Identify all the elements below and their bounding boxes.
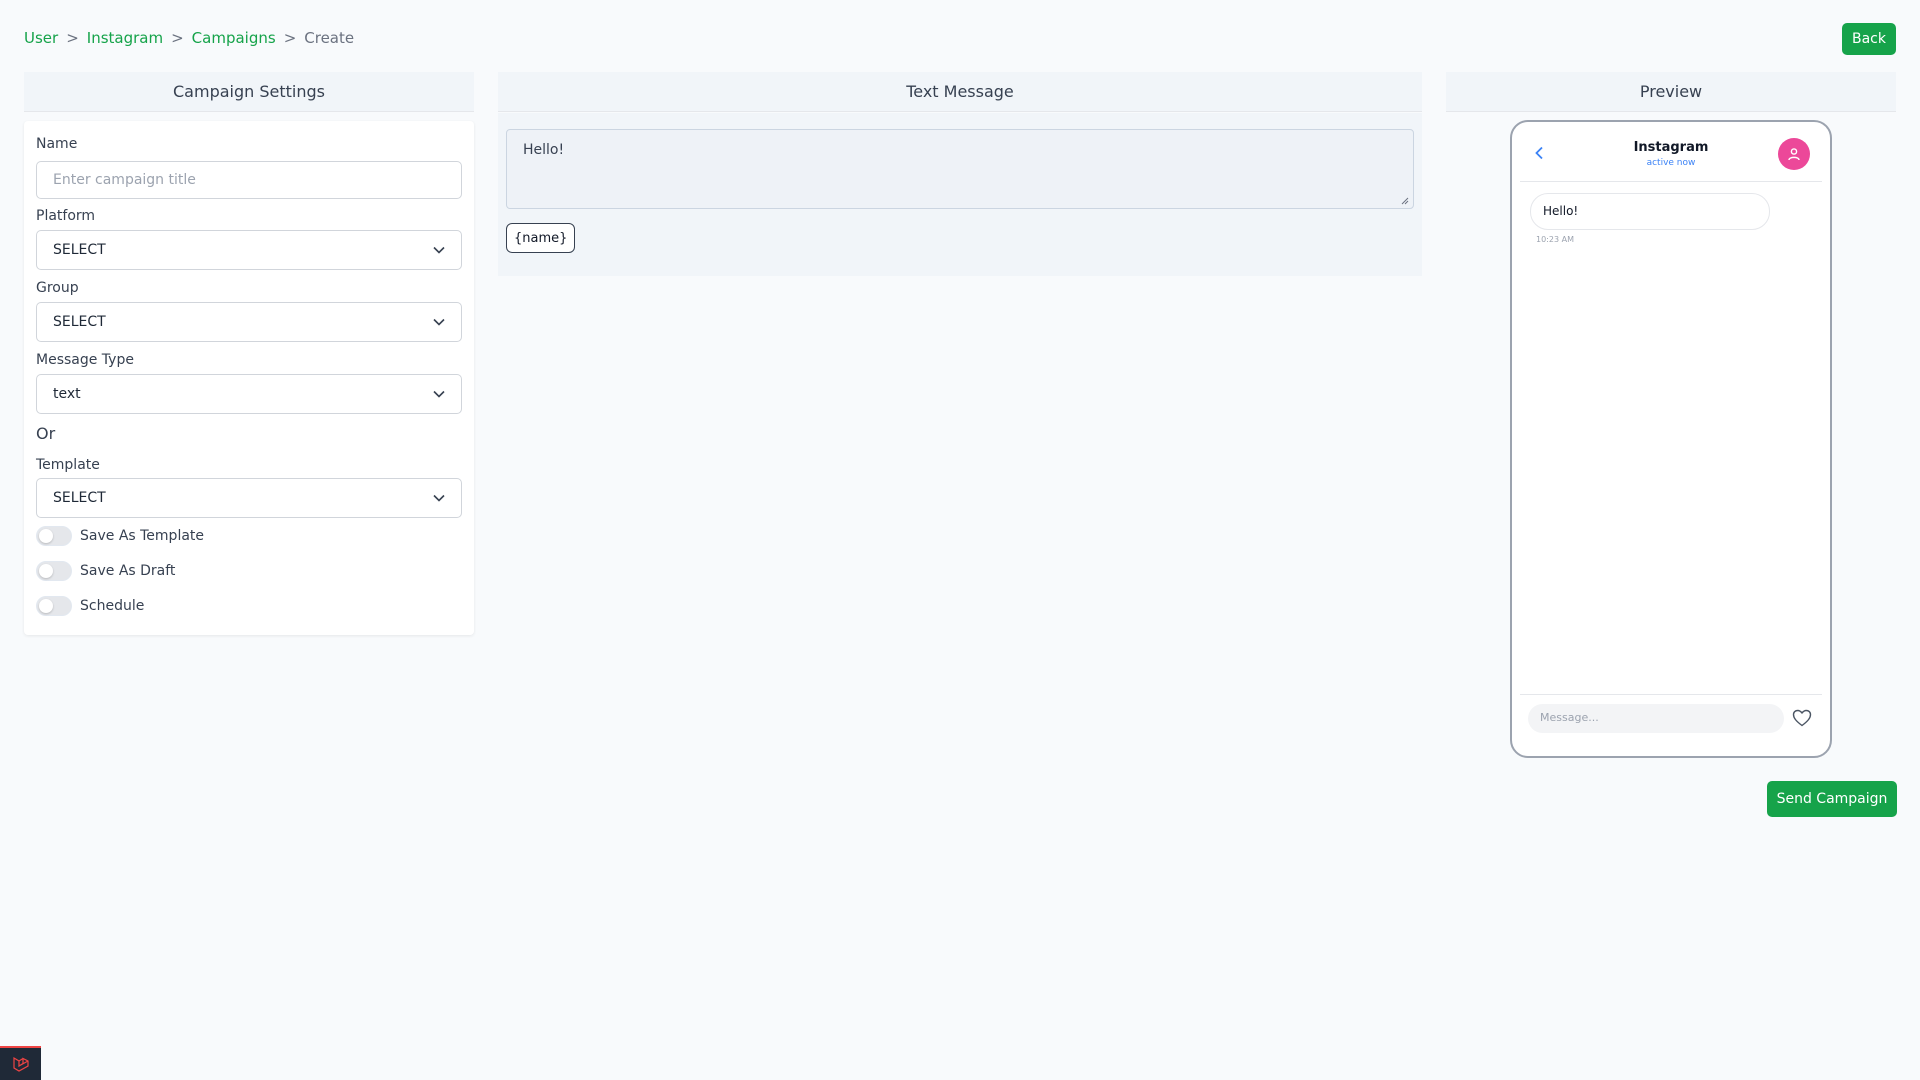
bubble-text: Hello! xyxy=(1543,204,1579,218)
group-select[interactable]: SELECT xyxy=(36,302,462,342)
breadcrumb-instagram[interactable]: Instagram xyxy=(87,29,163,47)
chevron-down-icon xyxy=(433,318,445,326)
preview-status: active now xyxy=(1646,158,1696,168)
template-label: Template xyxy=(36,457,100,473)
message-type-select[interactable]: text xyxy=(36,374,462,414)
breadcrumb-campaigns[interactable]: Campaigns xyxy=(192,29,276,47)
toggle-knob xyxy=(39,599,53,613)
schedule-label: Schedule xyxy=(80,598,145,614)
preview-heading: Preview xyxy=(1446,72,1896,112)
breadcrumb-separator: > xyxy=(66,29,79,47)
resize-grip-icon[interactable] xyxy=(1400,196,1409,205)
campaign-settings-heading: Campaign Settings xyxy=(24,72,474,112)
text-message-heading: Text Message xyxy=(498,72,1422,112)
schedule-toggle[interactable] xyxy=(36,596,72,616)
breadcrumb-current: Create xyxy=(304,29,355,47)
breadcrumb-separator: > xyxy=(283,29,297,47)
template-select-value: SELECT xyxy=(53,490,106,506)
or-divider-text: Or xyxy=(36,424,56,443)
toggle-knob xyxy=(39,529,53,543)
save-as-draft-toggle[interactable] xyxy=(36,561,72,581)
save-as-template-row: Save As Template xyxy=(36,526,204,546)
phone-footer: Message... xyxy=(1520,694,1822,754)
name-variable-chip[interactable]: {name} xyxy=(506,223,576,253)
chevron-down-icon xyxy=(433,246,445,254)
phone-header: Instagram active now xyxy=(1520,122,1822,182)
save-as-draft-label: Save As Draft xyxy=(80,563,176,579)
breadcrumb: User > Instagram > Campaigns > Create xyxy=(24,29,354,47)
message-type-label: Message Type xyxy=(36,352,134,368)
page: User > Instagram > Campaigns > Create Ba… xyxy=(0,0,1920,1080)
avatar xyxy=(1778,138,1810,170)
chevron-down-icon xyxy=(433,494,445,502)
group-label: Group xyxy=(36,280,79,296)
platform-select[interactable]: SELECT xyxy=(36,230,462,270)
save-as-template-toggle[interactable] xyxy=(36,526,72,546)
heart-icon[interactable] xyxy=(1792,709,1812,727)
toggle-knob xyxy=(39,564,53,578)
name-label: Name xyxy=(36,136,78,152)
message-text: Hello! xyxy=(523,142,565,158)
breadcrumb-separator: > xyxy=(171,29,184,47)
message-bubble: Hello! xyxy=(1530,193,1770,230)
save-as-draft-row: Save As Draft xyxy=(36,561,175,581)
send-campaign-button[interactable]: Send Campaign xyxy=(1767,781,1897,817)
template-select[interactable]: SELECT xyxy=(36,478,462,518)
phone-preview: Instagram active now Hello! 10:23 AM Mes… xyxy=(1510,120,1832,758)
platform-label: Platform xyxy=(36,208,96,224)
chevron-down-icon xyxy=(433,390,445,398)
campaign-settings-card: Name Platform SELECT Group SELECT Messag… xyxy=(24,121,474,635)
message-textarea[interactable]: Hello! xyxy=(506,129,1414,209)
breadcrumb-user[interactable]: User xyxy=(24,29,58,47)
message-type-select-value: text xyxy=(53,386,81,402)
preview-account-title: Instagram xyxy=(1633,140,1709,155)
preview-message-input[interactable]: Message... xyxy=(1528,704,1784,733)
campaign-name-input[interactable] xyxy=(36,161,462,199)
back-button[interactable]: Back xyxy=(1842,23,1896,55)
user-icon xyxy=(1788,148,1800,161)
platform-select-value: SELECT xyxy=(53,242,106,258)
schedule-row: Schedule xyxy=(36,596,144,616)
save-as-template-label: Save As Template xyxy=(80,528,205,544)
message-timestamp: 10:23 AM xyxy=(1536,235,1574,244)
group-select-value: SELECT xyxy=(53,314,106,330)
debugbar-toggle[interactable] xyxy=(0,1046,41,1080)
text-message-panel: Hello! {name} xyxy=(498,113,1422,276)
laravel-logo-icon xyxy=(12,1056,29,1072)
